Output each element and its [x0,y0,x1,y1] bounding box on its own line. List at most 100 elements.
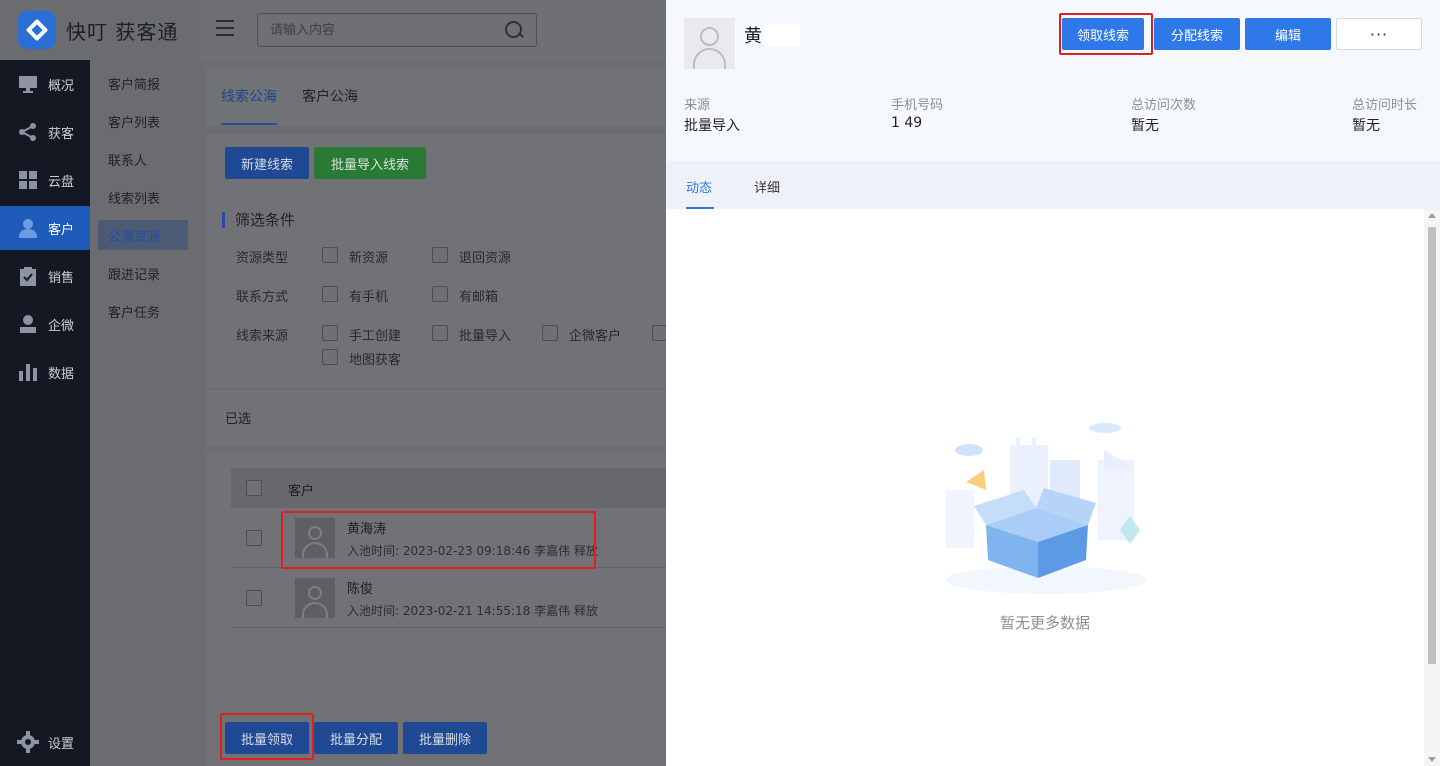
row-checkbox[interactable] [246,530,262,546]
empty-state-illustration [936,420,1156,595]
scroll-down-arrow-icon[interactable] [1428,757,1436,762]
submenu-customer-brief[interactable]: 客户简报 [98,68,188,98]
filter-option: 地图获客 [349,353,402,368]
checkbox[interactable] [432,286,448,302]
table-row[interactable]: 陈俊 入池时间: 2023-02-21 14:55:18 李嘉伟 释放 [231,568,666,628]
logo-icon [18,11,56,49]
avatar [295,578,335,618]
clipboard-check-icon [17,265,39,287]
nav-item-settings[interactable]: 设置 [0,720,90,764]
highlight-box [220,713,314,760]
highlight-box [281,511,596,569]
edit-button[interactable]: 编辑 [1245,18,1331,50]
checkbox[interactable] [322,247,338,263]
nav-item-data[interactable]: 数据 [0,350,90,394]
filter-panel: 筛选条件 资源类型 新资源 退回资源 联系方式 有手机 有邮箱 线索来源 手工创… [206,196,668,388]
scrollbar-thumb[interactable] [1428,227,1436,664]
grid-icon [17,169,39,191]
nav-item-wecom[interactable]: 企微 [0,302,90,346]
info-label-visits: 总访问次数 [1131,98,1197,113]
lead-name: 黄 [744,26,762,47]
customer-name[interactable]: 陈俊 [347,578,373,597]
filter-option: 有邮箱 [459,290,499,305]
more-actions-button[interactable]: ··· [1336,18,1422,50]
nav-label: 数据 [48,366,75,382]
drawer-header: 黄 领取线索 分配线索 编辑 ··· 来源 批量导入 手机号码 1 49 总访问… [666,0,1440,161]
nav-item-overview[interactable]: 概况 [0,62,90,106]
filter-title: 筛选条件 [222,212,295,228]
scroll-up-arrow-icon[interactable] [1428,213,1436,218]
tab-indicator [686,207,714,209]
checkbox[interactable] [322,349,338,365]
checkbox[interactable] [432,325,448,341]
filter-option: 手工创建 [349,329,402,344]
nav-item-acquire[interactable]: 获客 [0,110,90,154]
nav-label: 设置 [48,736,75,752]
toolbar: 新建线索 批量导入线索 [206,134,666,196]
batch-assign-button[interactable]: 批量分配 [314,722,398,754]
submenu-customer-tasks[interactable]: 客户任务 [98,296,188,326]
person-icon [17,313,39,335]
table-header: 客户 [231,468,666,508]
assign-lead-button[interactable]: 分配线索 [1154,18,1240,50]
share-icon [17,121,39,143]
info-value-visits: 暂无 [1131,118,1159,134]
menu-toggle-icon[interactable] [216,20,234,40]
filter-option: 有手机 [349,290,389,305]
avatar [684,18,735,69]
checkbox[interactable] [322,325,338,341]
batch-import-button[interactable]: 批量导入线索 [314,147,426,179]
monitor-icon [17,73,39,95]
row-checkbox[interactable] [246,590,262,606]
tab-activity[interactable]: 动态 [686,177,712,196]
nav-item-customer[interactable]: 客户 [0,206,90,250]
bar-chart-icon [17,361,39,383]
info-value-phone: 1 49 [891,115,923,131]
submenu-lead-list[interactable]: 线索列表 [98,182,188,212]
submenu-follow-up[interactable]: 跟进记录 [98,258,188,288]
scrollbar[interactable] [1424,209,1440,766]
search-icon[interactable] [504,20,524,40]
pool-entry-meta: 入池时间: 2023-02-21 14:55:18 李嘉伟 释放 [347,604,598,618]
drawer-tabs: 动态 详细 [666,161,1440,209]
tab-lead-pool[interactable]: 线索公海 [221,86,277,106]
nav-label: 云盘 [48,174,75,190]
checkbox[interactable] [432,247,448,263]
highlight-box [1059,13,1153,55]
app-name: 快叮 获客通 [66,19,179,44]
tab-indicator [221,123,277,125]
nav-label: 企微 [48,318,75,334]
tab-customer-pool[interactable]: 客户公海 [302,86,358,106]
top-header [198,0,666,60]
submenu-public-pool[interactable]: 公海资源 [98,220,188,250]
nav-item-sales[interactable]: 销售 [0,254,90,298]
filter-option: 退回资源 [459,251,512,266]
filter-option: 批量导入 [459,329,512,344]
batch-delete-button[interactable]: 批量删除 [403,722,487,754]
nav-item-cloud[interactable]: 云盘 [0,158,90,202]
filter-option: 新资源 [349,251,389,266]
nav-label: 销售 [48,270,75,286]
nav-label: 获客 [48,126,75,142]
checkbox[interactable] [542,325,558,341]
search-input[interactable] [258,22,504,38]
select-all-checkbox[interactable] [246,480,262,496]
info-value-source: 批量导入 [684,118,740,134]
new-lead-button[interactable]: 新建线索 [225,147,309,179]
redaction-mask [764,24,800,46]
nav-label: 客户 [48,222,75,238]
nav-label: 概况 [48,78,75,94]
logo: 快叮 获客通 [0,0,200,60]
info-label-source: 来源 [684,98,711,113]
filter-label: 联系方式 [236,290,289,305]
main-content: 线索公海 客户公海 新建线索 批量导入线索 筛选条件 资源类型 新资源 退回资源… [198,60,668,766]
info-value-duration: 暂无 [1352,118,1380,134]
submenu-customer-list[interactable]: 客户列表 [98,106,188,136]
tab-details[interactable]: 详细 [754,177,780,196]
checkbox[interactable] [322,286,338,302]
submenu-contacts[interactable]: 联系人 [98,144,188,174]
user-icon [17,217,39,239]
info-label-duration: 总访问时长 [1352,98,1418,113]
selected-label: 已选 [225,412,252,427]
main-nav: 概况 获客 云盘 客户 销售 企微 数据 设置 [0,0,90,766]
